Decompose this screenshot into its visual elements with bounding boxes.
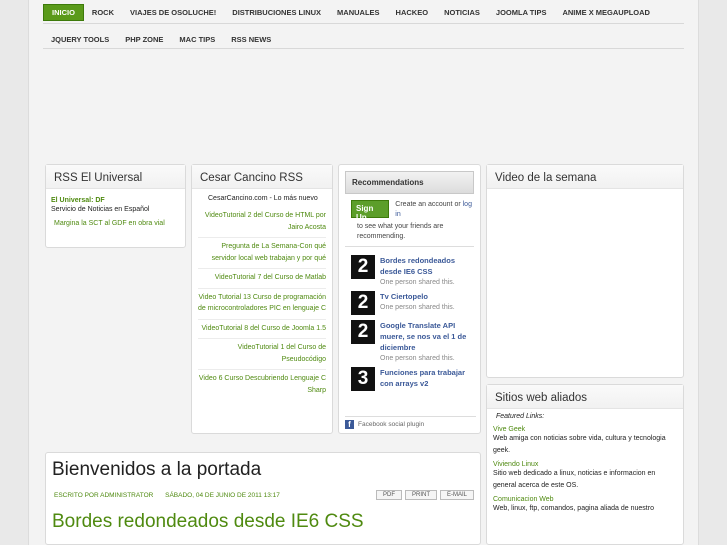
site-description: Sitio web dedicado a linux, noticias e i…: [493, 470, 656, 489]
rss-universal-item[interactable]: Margina la SCT al GDF en obra vial: [51, 220, 180, 227]
sitios-title: Sitios web aliados: [487, 385, 683, 409]
recommendations-title: Recommendations: [345, 171, 474, 194]
rss-cesar-item[interactable]: Pregunta de La Semana-Con qué servidor l…: [198, 238, 326, 269]
video-title: Video de la semana: [487, 165, 683, 189]
recommendation-list: 2 Bordes redondeados desde IE6 CSS One p…: [351, 255, 471, 396]
nav-item-inicio[interactable]: Inicio: [43, 4, 84, 21]
sitios-aliados-box: Sitios web aliados Featured Links: Vive …: [486, 384, 684, 545]
recommend-see-text: to see what your friends are recommendin…: [345, 222, 474, 247]
site-link[interactable]: Vive Geek: [493, 426, 677, 433]
article-author: Escrito por Administrator: [54, 491, 154, 499]
rss-cesar-item[interactable]: VideoTutorial 7 del Curso de Matlab: [198, 269, 326, 289]
recommendation-shared: One person shared this.: [380, 304, 455, 311]
rss-cesar-item[interactable]: Video Tutorial 13 Curso de programación …: [198, 289, 326, 320]
rss-universal-box: RSS El Universal El Universal: DF Servic…: [45, 164, 186, 248]
facebook-plugin-footer: f Facebook social plugin: [345, 416, 476, 429]
nav-item-noticias[interactable]: Noticias: [436, 5, 488, 20]
video-box: Video de la semana: [486, 164, 684, 378]
recommendation-shared: One person shared this.: [380, 279, 455, 286]
site-link[interactable]: Viviendo Linux: [493, 461, 677, 468]
post-title-link[interactable]: Bordes redondeados desde IE6 CSS: [52, 511, 364, 533]
rss-cesar-item[interactable]: VideoTutorial 1 del Curso de Pseudocódig…: [198, 339, 326, 370]
recommendation-thumbnail: 3: [351, 367, 375, 391]
recommendation-item[interactable]: 3 Funciones para trabajar con arrays v2: [351, 367, 471, 391]
nav-item-jquery-tools[interactable]: jquery tools: [43, 32, 117, 47]
recommendation-title[interactable]: Bordes redondeados desde IE6 CSS: [380, 255, 471, 277]
facebook-plugin-label[interactable]: Facebook social plugin: [358, 421, 424, 428]
print-button[interactable]: Print: [404, 490, 437, 500]
rss-cesar-box: Cesar Cancino RSS CesarCancino.com - Lo …: [191, 164, 333, 434]
recommendation-title[interactable]: Funciones para trabajar con arrays v2: [380, 367, 471, 389]
recommendation-thumbnail: 2: [351, 291, 375, 315]
nav-item-joomla-tips[interactable]: Joomla Tips: [488, 5, 555, 20]
rss-cesar-header: CesarCancino.com - Lo más nuevo: [208, 195, 318, 202]
nav-divider: [43, 48, 684, 49]
facebook-icon: f: [345, 420, 354, 429]
article-box: Bienvenidos a la portada Escrito por Adm…: [45, 452, 481, 545]
article-heading: Bienvenidos a la portada: [52, 459, 262, 480]
article-meta: Escrito por Administrator Sábado, 04 de …: [54, 490, 474, 500]
rss-cesar-title: Cesar Cancino RSS: [192, 165, 332, 189]
nav-item-viajes[interactable]: Viajes de Osoluche!: [122, 5, 224, 20]
sub-nav: jquery tools PHP zone Mac Tips RSS News: [43, 28, 684, 50]
nav-item-hackeo[interactable]: Hackeo: [388, 5, 437, 20]
rss-cesar-item[interactable]: VideoTutorial 2 del Curso de HTML por Ja…: [198, 207, 326, 238]
recommendation-item[interactable]: 2 Bordes redondeados desde IE6 CSS One p…: [351, 255, 471, 286]
nav-item-rock[interactable]: Rock: [84, 5, 122, 20]
site-description: Web, linux, ftp, comandos, pagina aliada…: [493, 505, 654, 512]
recommendation-title[interactable]: Google Translate API muere, se nos va el…: [380, 320, 471, 353]
recommendation-thumbnail: 2: [351, 320, 375, 344]
nav-item-distribuciones-linux[interactable]: Distribuciones Linux: [224, 5, 329, 20]
nav-item-manuales[interactable]: Manuales: [329, 5, 388, 20]
nav-item-php-zone[interactable]: PHP zone: [117, 32, 171, 47]
article-date: Sábado, 04 de Junio de 2011 13:17: [165, 491, 280, 499]
create-account-text: Create an account or: [395, 201, 461, 208]
nav-item-anime[interactable]: Anime x Megaupload: [554, 5, 658, 20]
rss-universal-description: Servicio de Noticias en Español: [51, 206, 150, 213]
rss-universal-title: RSS El Universal: [46, 165, 185, 189]
recommendation-item[interactable]: 2 Google Translate API muere, se nos va …: [351, 320, 471, 362]
nav-item-mac-tips[interactable]: Mac Tips: [171, 32, 223, 47]
signup-button[interactable]: Sign Up: [351, 200, 390, 222]
nav-item-rss-news[interactable]: RSS News: [223, 32, 279, 47]
recommendations-box: Recommendations Sign Up Create an accoun…: [338, 164, 481, 434]
recommendation-thumbnail: 2: [351, 255, 375, 279]
recommendation-shared: One person shared this.: [380, 355, 455, 362]
signup-text: Create an account or log in: [395, 200, 474, 220]
main-nav: Inicio Rock Viajes de Osoluche! Distribu…: [43, 2, 684, 24]
site-description: Web amiga con noticias sobre vida, cultu…: [493, 435, 666, 454]
rss-cesar-item[interactable]: VideoTutorial 8 del Curso de Joomla 1.5: [198, 320, 326, 339]
rss-cesar-item[interactable]: Video 6 Curso Descubriendo Lenguaje C Sh…: [198, 370, 326, 400]
pdf-button[interactable]: PDF: [375, 490, 402, 500]
rss-universal-source[interactable]: El Universal: DF: [51, 197, 180, 204]
page-container: Inicio Rock Viajes de Osoluche! Distribu…: [28, 0, 699, 545]
site-link[interactable]: Comunicacion Web: [493, 496, 677, 503]
recommendation-title[interactable]: Tv Ciertopelo: [380, 291, 455, 302]
recommendation-item[interactable]: 2 Tv Ciertopelo One person shared this.: [351, 291, 471, 315]
email-button[interactable]: E-mail: [439, 490, 474, 500]
featured-links-label: Featured Links:: [496, 413, 545, 420]
